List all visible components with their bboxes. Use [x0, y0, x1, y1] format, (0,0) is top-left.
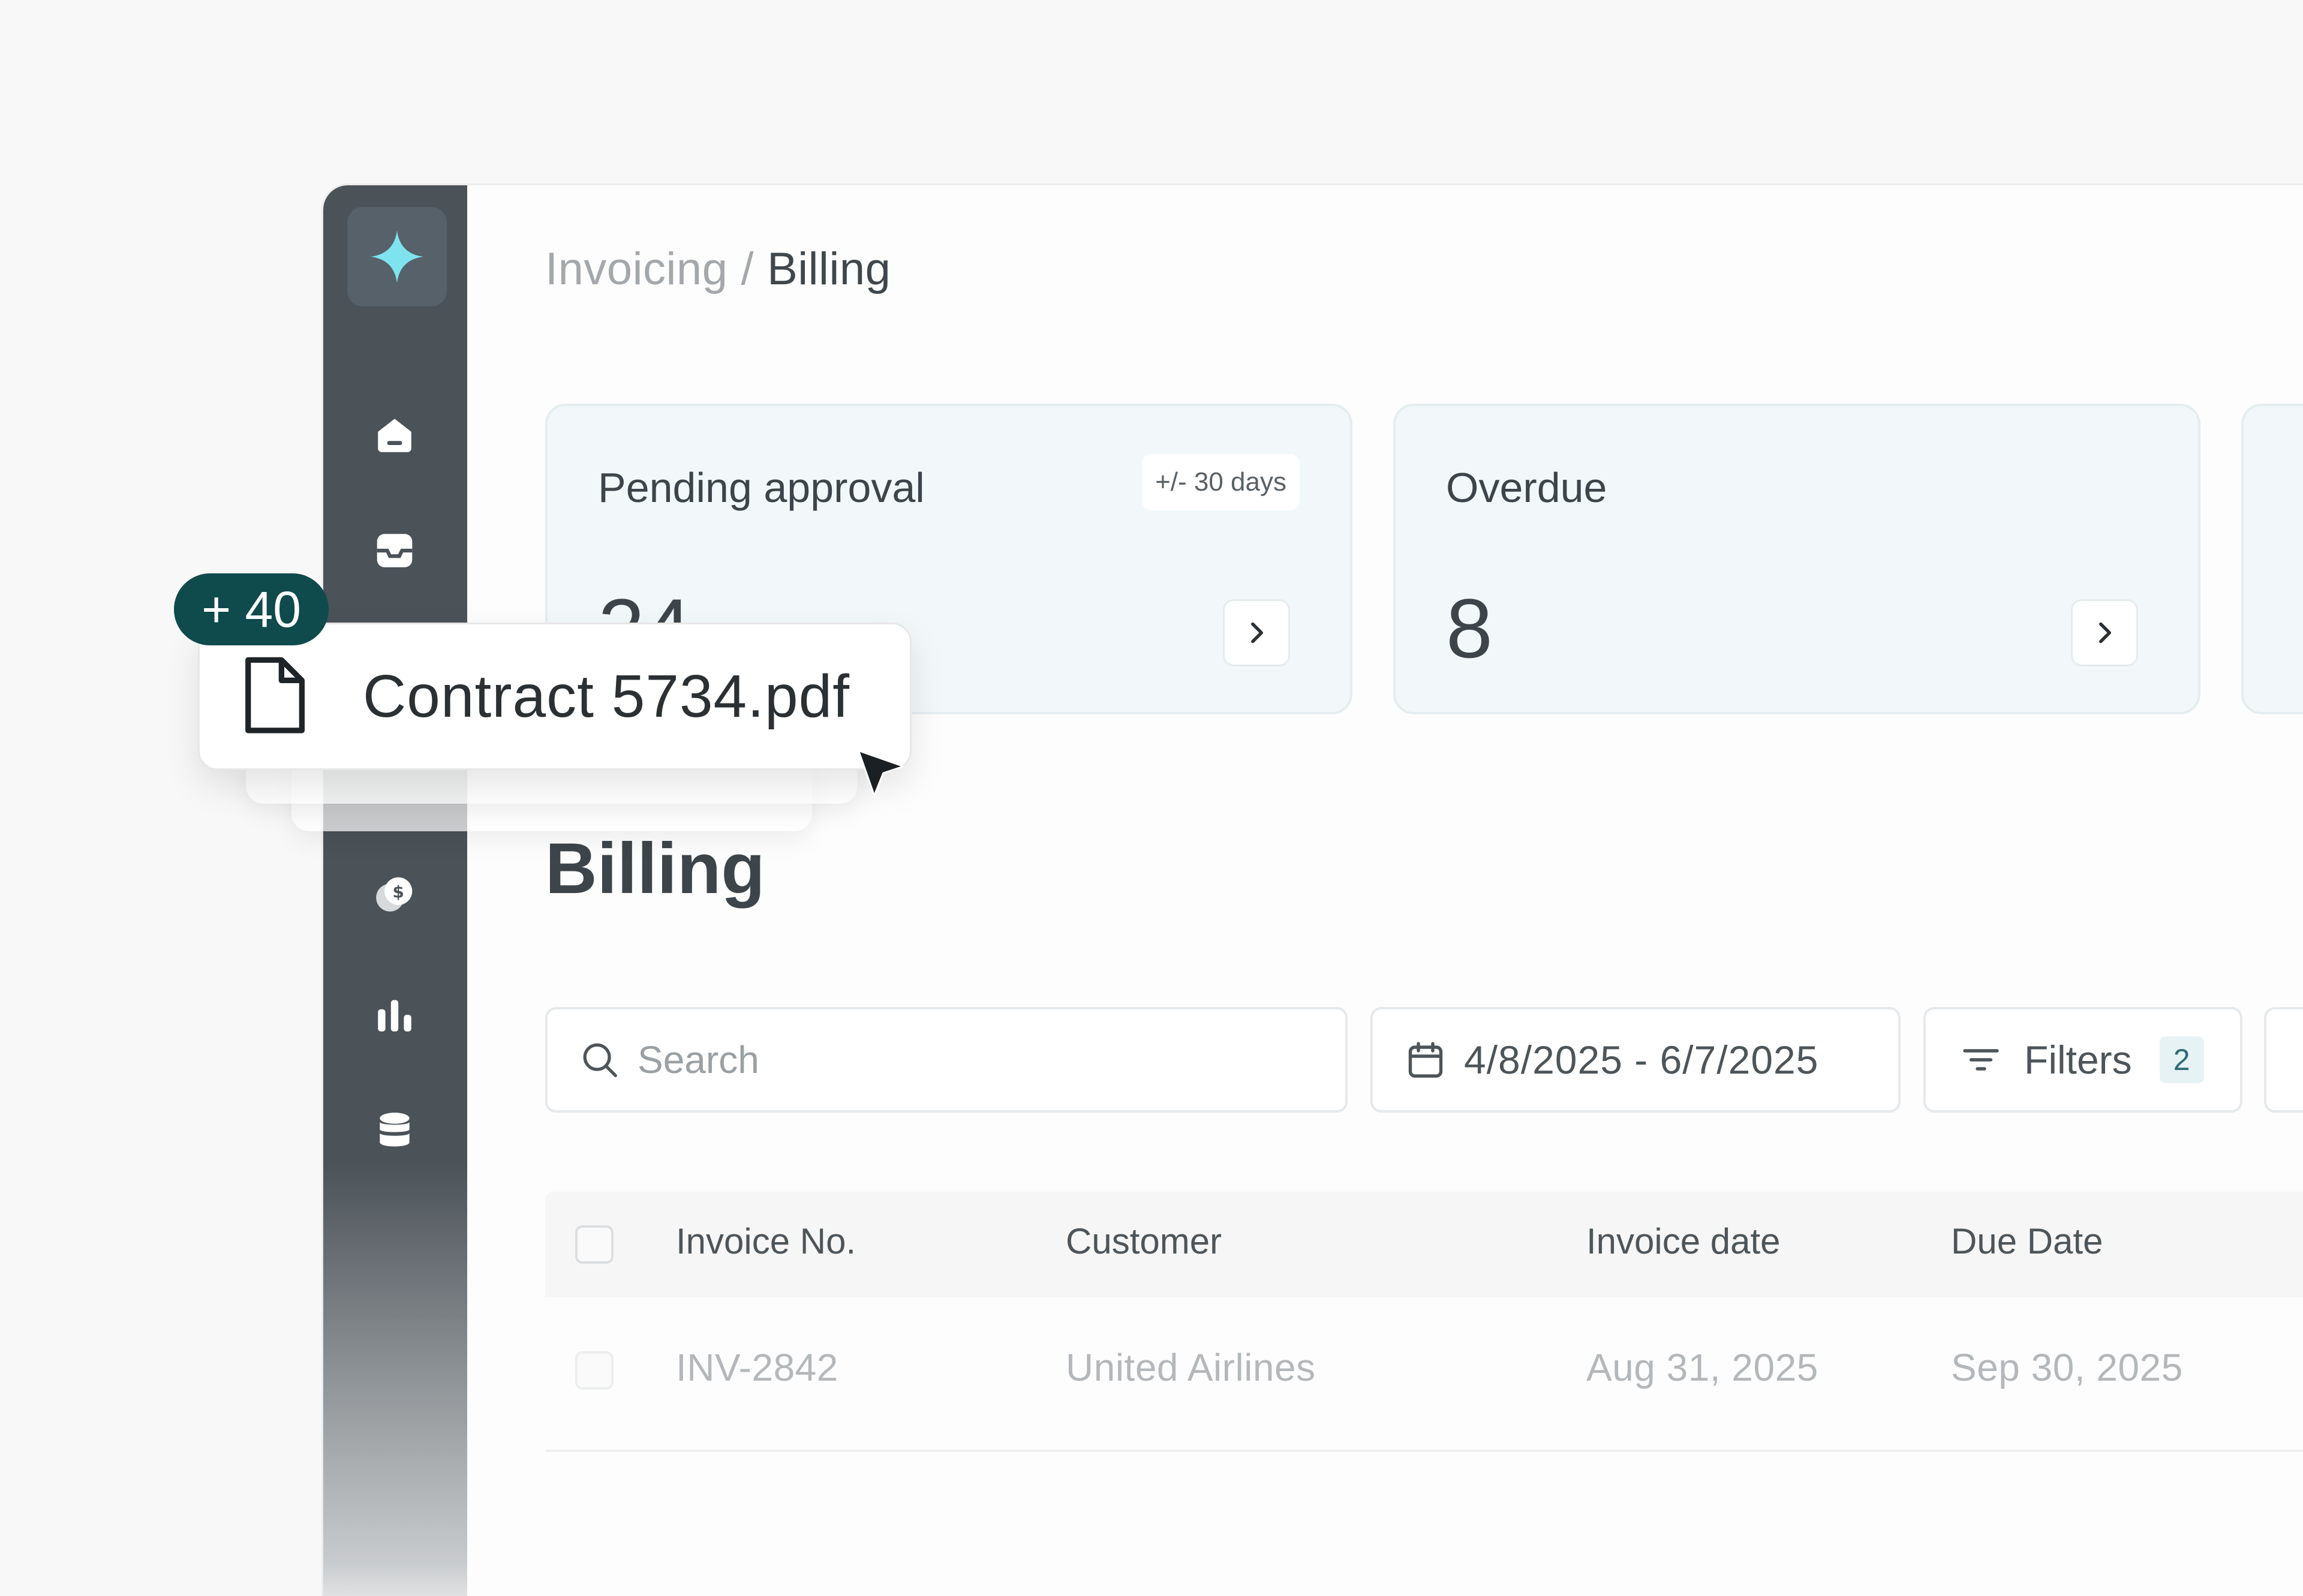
calendar-icon — [1408, 1042, 1443, 1078]
column-header-customer[interactable]: Customer — [1066, 1221, 1222, 1262]
stage: $ Invoicing / Billing Pending approval +… — [0, 0, 2303, 1596]
table-row[interactable]: INV-2842 United Airlines Aug 31, 2025 Se… — [545, 1297, 2303, 1452]
nav-payments[interactable]: $ — [369, 869, 420, 921]
inbox-icon — [377, 534, 413, 567]
column-header-due-date[interactable]: Due Date — [1951, 1221, 2103, 1262]
sidebar: $ — [323, 185, 467, 1596]
drag-count-badge: + 40 — [174, 573, 329, 645]
toolbar-more-button[interactable] — [2264, 1007, 2303, 1113]
bar-chart-icon — [378, 1000, 411, 1032]
filters-count-badge: 2 — [2159, 1036, 2204, 1083]
column-header-invoice-no[interactable]: Invoice No. — [676, 1221, 856, 1262]
card-open-button[interactable] — [1223, 599, 1290, 666]
card-overdue: Overdue 8 — [1393, 404, 2200, 714]
search-icon — [583, 1043, 617, 1077]
search-placeholder: Search — [638, 1038, 759, 1081]
svg-text:$: $ — [393, 882, 404, 901]
section-title: Billing — [545, 828, 765, 909]
dragged-file-name: Contract 5734.pdf — [363, 662, 850, 730]
breadcrumb-separator: / — [741, 244, 754, 294]
table-header: Invoice No. Customer Invoice date Due Da… — [545, 1192, 2303, 1297]
filters-button[interactable]: Filters 2 — [1923, 1007, 2242, 1113]
sparkle-icon — [371, 230, 423, 283]
search-input[interactable]: Search — [545, 1007, 1348, 1113]
cursor-pointer-icon — [858, 750, 904, 797]
period-badge: +/- 30 days — [1142, 454, 1300, 510]
filter-icon — [1963, 1049, 1999, 1071]
coins-icon: $ — [376, 877, 413, 912]
cell-invoice-no: INV-2842 — [676, 1346, 838, 1389]
chevron-right-icon — [2099, 622, 2112, 644]
cell-due-date: Sep 30, 2025 — [1951, 1346, 2183, 1389]
cell-customer: United Airlines — [1066, 1346, 1316, 1389]
column-header-invoice-date[interactable]: Invoice date — [1586, 1221, 1781, 1262]
breadcrumb: Invoicing / Billing — [545, 243, 891, 295]
card-open-button[interactable] — [2071, 599, 2138, 666]
app-window: $ Invoicing / Billing Pending approval +… — [321, 184, 2303, 1596]
main-content: Invoicing / Billing Pending approval +/- 3… — [467, 185, 2303, 1596]
nav-home[interactable] — [369, 410, 420, 461]
dragged-file-card[interactable]: Contract 5734.pdf — [198, 623, 912, 770]
card-partial — [2241, 404, 2303, 714]
nav-database[interactable] — [369, 1105, 420, 1157]
date-range-picker[interactable]: 4/8/2025 - 6/7/2025 — [1370, 1007, 1901, 1113]
row-checkbox[interactable] — [575, 1351, 614, 1390]
card-title: Overdue — [1446, 464, 1607, 511]
file-icon — [245, 657, 305, 734]
card-value: 8 — [1446, 581, 1493, 675]
chevron-right-icon — [1251, 622, 1264, 644]
date-range-value: 4/8/2025 - 6/7/2025 — [1464, 1038, 1819, 1082]
nav-reports[interactable] — [369, 989, 420, 1041]
logo-button[interactable] — [347, 207, 447, 306]
database-icon — [380, 1113, 410, 1147]
nav-inbox[interactable] — [369, 525, 420, 576]
home-icon — [378, 419, 411, 452]
select-all-checkbox[interactable] — [575, 1225, 614, 1264]
breadcrumb-parent-link[interactable]: Invoicing — [545, 244, 727, 294]
card-title: Pending approval — [598, 464, 925, 511]
filters-label: Filters — [2024, 1038, 2132, 1082]
breadcrumb-current: Billing — [767, 244, 891, 294]
cell-invoice-date: Aug 31, 2025 — [1586, 1346, 1818, 1389]
